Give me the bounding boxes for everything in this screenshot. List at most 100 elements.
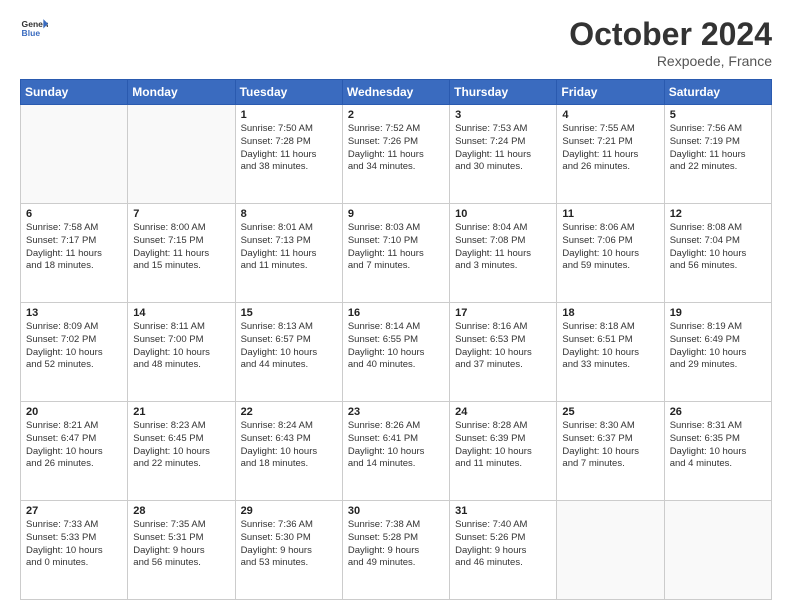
cell-line: Daylight: 11 hours	[455, 149, 551, 162]
cell-line: Daylight: 11 hours	[241, 248, 337, 261]
cell-line: Sunrise: 8:31 AM	[670, 420, 766, 433]
cell-line: and 22 minutes.	[670, 161, 766, 174]
table-row: 21Sunrise: 8:23 AMSunset: 6:45 PMDayligh…	[128, 402, 235, 501]
title-block: October 2024 Rexpoede, France	[569, 16, 772, 69]
cell-line: Sunrise: 7:58 AM	[26, 222, 122, 235]
day-number: 29	[241, 505, 337, 517]
cell-line: Sunrise: 7:55 AM	[562, 123, 658, 136]
cell-line: Daylight: 9 hours	[348, 545, 444, 558]
cell-line: Sunset: 6:37 PM	[562, 433, 658, 446]
day-number: 5	[670, 109, 766, 121]
day-number: 9	[348, 208, 444, 220]
day-number: 13	[26, 307, 122, 319]
cell-line: Daylight: 10 hours	[670, 248, 766, 261]
cell-line: and 15 minutes.	[133, 260, 229, 273]
cell-line: and 49 minutes.	[348, 557, 444, 570]
cell-line: Daylight: 10 hours	[26, 347, 122, 360]
day-number: 23	[348, 406, 444, 418]
cell-line: Sunset: 7:08 PM	[455, 235, 551, 248]
table-row: 12Sunrise: 8:08 AMSunset: 7:04 PMDayligh…	[664, 204, 771, 303]
day-number: 14	[133, 307, 229, 319]
table-row: 14Sunrise: 8:11 AMSunset: 7:00 PMDayligh…	[128, 303, 235, 402]
table-row: 8Sunrise: 8:01 AMSunset: 7:13 PMDaylight…	[235, 204, 342, 303]
table-row: 13Sunrise: 8:09 AMSunset: 7:02 PMDayligh…	[21, 303, 128, 402]
cell-line: Daylight: 10 hours	[562, 248, 658, 261]
cell-line: Sunset: 6:41 PM	[348, 433, 444, 446]
cell-line: Sunrise: 8:06 AM	[562, 222, 658, 235]
cell-line: Daylight: 11 hours	[348, 248, 444, 261]
cell-line: Sunset: 5:33 PM	[26, 532, 122, 545]
cell-line: Sunrise: 8:14 AM	[348, 321, 444, 334]
cell-line: Sunrise: 8:16 AM	[455, 321, 551, 334]
cell-line: and 11 minutes.	[455, 458, 551, 471]
cell-line: Sunrise: 7:52 AM	[348, 123, 444, 136]
calendar-week-row: 13Sunrise: 8:09 AMSunset: 7:02 PMDayligh…	[21, 303, 772, 402]
cell-line: Sunrise: 8:00 AM	[133, 222, 229, 235]
day-number: 12	[670, 208, 766, 220]
cell-line: Sunrise: 8:23 AM	[133, 420, 229, 433]
cell-line: Daylight: 10 hours	[241, 347, 337, 360]
cell-line: Sunset: 7:19 PM	[670, 136, 766, 149]
cell-line: and 38 minutes.	[241, 161, 337, 174]
cell-line: and 33 minutes.	[562, 359, 658, 372]
cell-line: Sunrise: 8:24 AM	[241, 420, 337, 433]
day-number: 18	[562, 307, 658, 319]
day-number: 4	[562, 109, 658, 121]
table-row	[664, 501, 771, 600]
day-number: 10	[455, 208, 551, 220]
cell-line: Sunset: 7:02 PM	[26, 334, 122, 347]
cell-line: Daylight: 11 hours	[26, 248, 122, 261]
day-number: 22	[241, 406, 337, 418]
table-row: 26Sunrise: 8:31 AMSunset: 6:35 PMDayligh…	[664, 402, 771, 501]
cell-line: and 53 minutes.	[241, 557, 337, 570]
cell-line: Sunrise: 8:26 AM	[348, 420, 444, 433]
day-number: 19	[670, 307, 766, 319]
col-tuesday: Tuesday	[235, 80, 342, 105]
cell-line: Sunset: 5:26 PM	[455, 532, 551, 545]
cell-line: Sunset: 7:28 PM	[241, 136, 337, 149]
cell-line: Daylight: 11 hours	[670, 149, 766, 162]
cell-line: Sunset: 7:17 PM	[26, 235, 122, 248]
cell-line: and 40 minutes.	[348, 359, 444, 372]
day-number: 30	[348, 505, 444, 517]
day-number: 31	[455, 505, 551, 517]
logo-icon: General Blue	[20, 16, 48, 44]
col-saturday: Saturday	[664, 80, 771, 105]
table-row: 22Sunrise: 8:24 AMSunset: 6:43 PMDayligh…	[235, 402, 342, 501]
cell-line: and 18 minutes.	[241, 458, 337, 471]
cell-line: Sunrise: 7:40 AM	[455, 519, 551, 532]
calendar-table: Sunday Monday Tuesday Wednesday Thursday…	[20, 79, 772, 600]
table-row: 16Sunrise: 8:14 AMSunset: 6:55 PMDayligh…	[342, 303, 449, 402]
day-number: 17	[455, 307, 551, 319]
cell-line: Sunset: 7:00 PM	[133, 334, 229, 347]
cell-line: Daylight: 10 hours	[670, 347, 766, 360]
cell-line: Daylight: 10 hours	[562, 347, 658, 360]
page: General Blue October 2024 Rexpoede, Fran…	[0, 0, 792, 612]
cell-line: Sunset: 7:06 PM	[562, 235, 658, 248]
day-number: 11	[562, 208, 658, 220]
table-row: 9Sunrise: 8:03 AMSunset: 7:10 PMDaylight…	[342, 204, 449, 303]
cell-line: and 7 minutes.	[348, 260, 444, 273]
table-row: 20Sunrise: 8:21 AMSunset: 6:47 PMDayligh…	[21, 402, 128, 501]
cell-line: and 0 minutes.	[26, 557, 122, 570]
svg-text:Blue: Blue	[22, 28, 41, 38]
location: Rexpoede, France	[569, 53, 772, 69]
cell-line: Daylight: 11 hours	[562, 149, 658, 162]
cell-line: Sunset: 6:55 PM	[348, 334, 444, 347]
table-row: 28Sunrise: 7:35 AMSunset: 5:31 PMDayligh…	[128, 501, 235, 600]
cell-line: Sunrise: 8:04 AM	[455, 222, 551, 235]
table-row: 2Sunrise: 7:52 AMSunset: 7:26 PMDaylight…	[342, 105, 449, 204]
col-thursday: Thursday	[450, 80, 557, 105]
day-number: 16	[348, 307, 444, 319]
header: General Blue October 2024 Rexpoede, Fran…	[20, 16, 772, 69]
day-number: 1	[241, 109, 337, 121]
cell-line: Sunset: 6:57 PM	[241, 334, 337, 347]
cell-line: Sunrise: 7:50 AM	[241, 123, 337, 136]
day-number: 26	[670, 406, 766, 418]
table-row: 3Sunrise: 7:53 AMSunset: 7:24 PMDaylight…	[450, 105, 557, 204]
table-row: 19Sunrise: 8:19 AMSunset: 6:49 PMDayligh…	[664, 303, 771, 402]
cell-line: Daylight: 10 hours	[241, 446, 337, 459]
cell-line: Sunrise: 8:03 AM	[348, 222, 444, 235]
table-row: 7Sunrise: 8:00 AMSunset: 7:15 PMDaylight…	[128, 204, 235, 303]
table-row: 17Sunrise: 8:16 AMSunset: 6:53 PMDayligh…	[450, 303, 557, 402]
